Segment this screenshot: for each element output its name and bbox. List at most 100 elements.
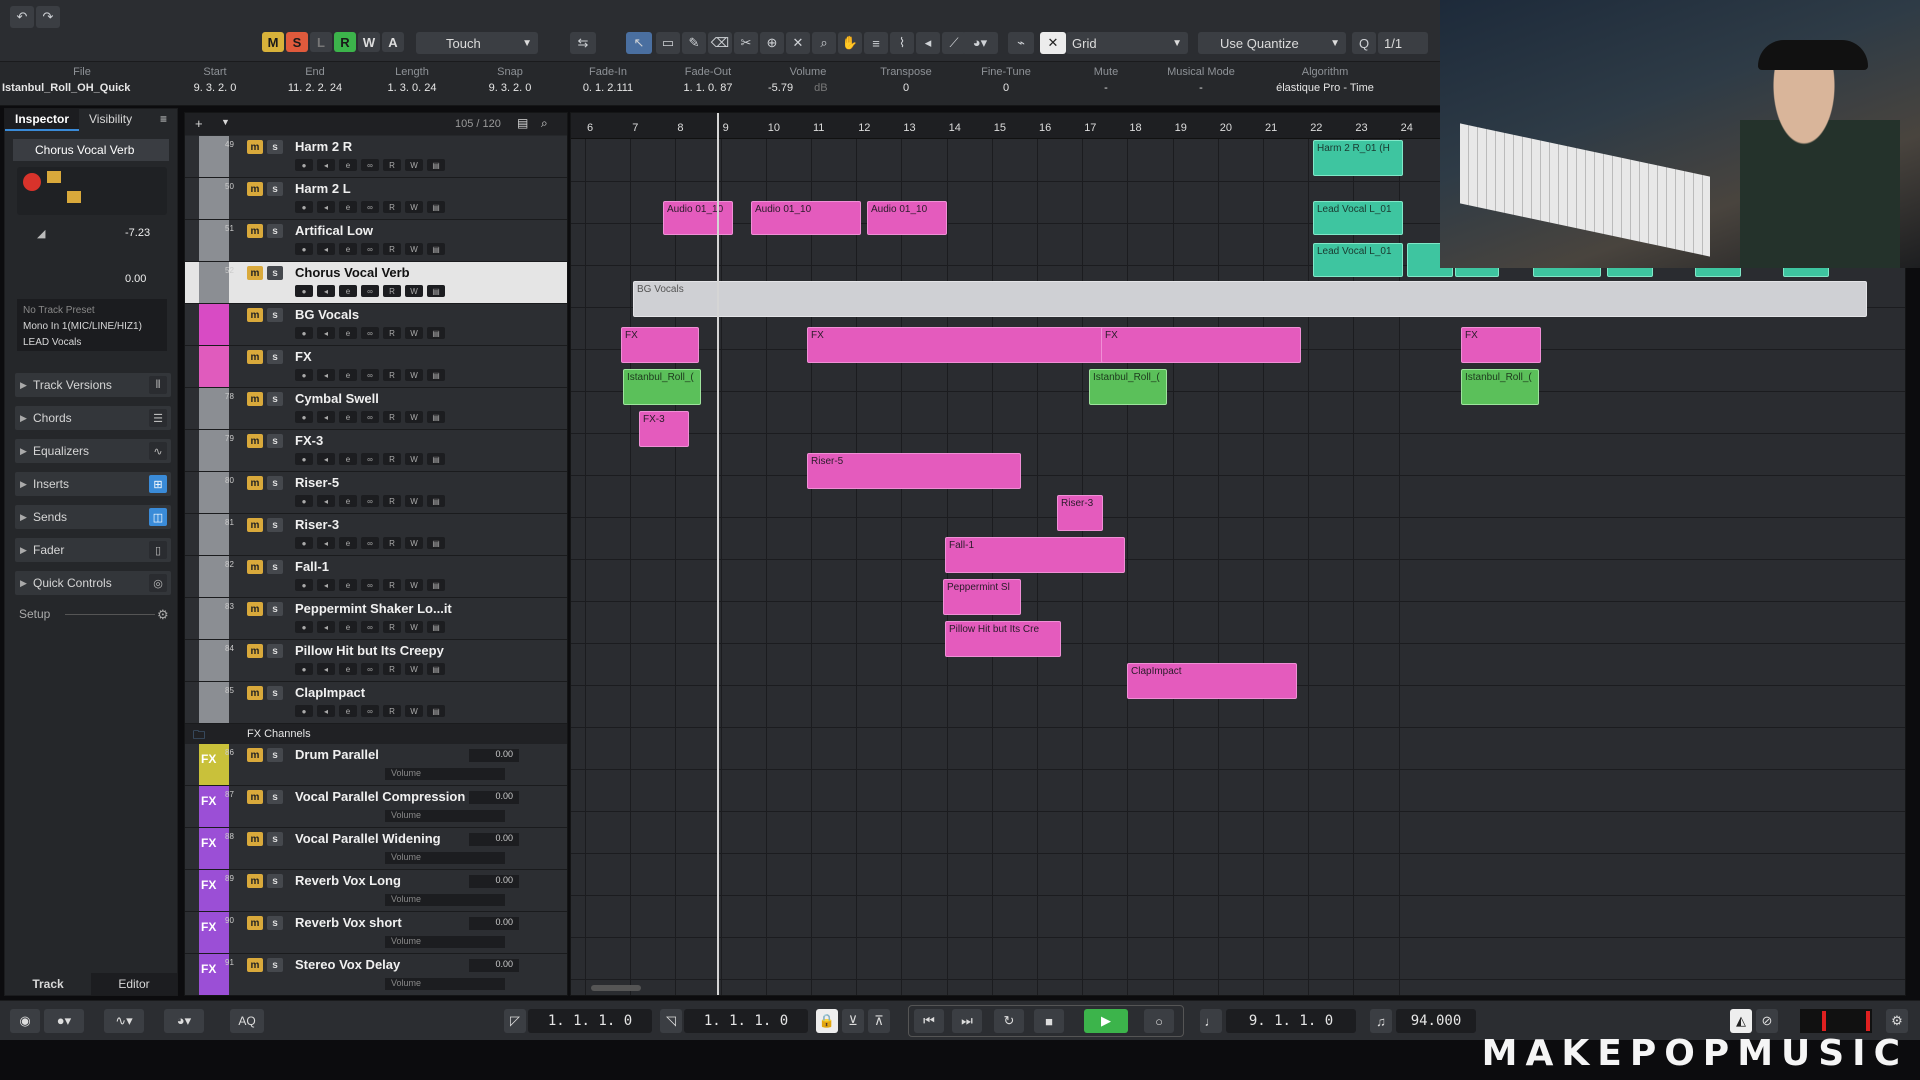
audio-event[interactable]: FX-3 xyxy=(639,411,689,447)
read-button[interactable]: R xyxy=(383,663,401,675)
track-name[interactable]: Vocal Parallel Widening xyxy=(295,831,441,846)
monitor-button[interactable]: ◂ xyxy=(317,243,335,255)
track-row[interactable]: 84 m s Pillow Hit but Its Creepy ● ◂ e ∞ R W ▤ xyxy=(185,640,567,682)
record-enable-button[interactable]: ● xyxy=(295,285,313,297)
info-volume[interactable]: Volume -5.79 dB xyxy=(768,66,848,94)
quantize-select[interactable]: Use Quantize ▼ xyxy=(1198,32,1346,54)
lanes-button[interactable]: ▤ xyxy=(427,537,445,549)
track-name[interactable]: Harm 2 R xyxy=(295,139,352,154)
go-to-end-icon[interactable]: ⏭ xyxy=(952,1009,982,1033)
monitor-button[interactable]: ◂ xyxy=(317,663,335,675)
solo-button[interactable]: s xyxy=(267,748,283,762)
undo-icon[interactable]: ↶ xyxy=(10,6,34,28)
track-preset[interactable]: No Track Preset xyxy=(23,303,161,319)
fx-channel-row[interactable]: FX 86 m s Drum Parallel 0.00 Volume xyxy=(185,744,567,786)
monitor-button[interactable]: ◂ xyxy=(317,285,335,297)
read-button[interactable]: R xyxy=(383,537,401,549)
info-mute[interactable]: Mute - xyxy=(1066,66,1146,94)
lanes-button[interactable]: ▤ xyxy=(427,621,445,633)
automation-state-button[interactable]: A xyxy=(382,32,404,52)
mute-button[interactable]: m xyxy=(247,790,263,804)
output-routing[interactable]: LEAD Vocals xyxy=(23,335,161,351)
solo-button[interactable]: s xyxy=(267,958,283,972)
info-fade-out[interactable]: Fade-Out 1. 1. 0. 87 xyxy=(668,66,748,94)
info-start[interactable]: Start 9. 3. 2. 0 xyxy=(175,66,255,94)
solo-button[interactable]: s xyxy=(267,874,283,888)
color-tool-icon[interactable]: ◕▾ xyxy=(962,32,998,54)
track-row[interactable]: 79 m s FX-3 ● ◂ e ∞ R W ▤ xyxy=(185,430,567,472)
right-locator-icon[interactable]: ◹ xyxy=(660,1009,682,1033)
section-quick-controls[interactable]: ▶ Quick Controls ◎ xyxy=(15,571,171,595)
write-button[interactable]: W xyxy=(405,159,423,171)
link-button[interactable]: ∞ xyxy=(361,621,379,633)
solo-button[interactable]: s xyxy=(267,476,283,490)
info-snap[interactable]: Snap 9. 3. 2. 0 xyxy=(470,66,550,94)
metronome-icon[interactable]: ◭ xyxy=(1730,1009,1752,1033)
track-name[interactable]: Harm 2 L xyxy=(295,181,351,196)
audio-event[interactable]: Lead Vocal L_01 xyxy=(1313,243,1403,277)
tab-inspector[interactable]: Inspector xyxy=(5,109,80,131)
audio-event[interactable]: Istanbul_Roll_( xyxy=(1461,369,1539,405)
lanes-button[interactable]: ▤ xyxy=(427,411,445,423)
time-display-icon[interactable]: ♩ xyxy=(1200,1009,1222,1033)
track-name[interactable]: Artifical Low xyxy=(295,223,373,238)
solo-state-button[interactable]: S xyxy=(286,32,308,52)
track-name[interactable]: Stereo Vox Delay xyxy=(295,957,400,972)
record-enable-button[interactable]: ● xyxy=(295,369,313,381)
left-locator-field[interactable]: 1. 1. 1. 0 xyxy=(528,1009,652,1033)
record-enable-button[interactable]: ● xyxy=(295,495,313,507)
lanes-button[interactable]: ▤ xyxy=(427,243,445,255)
link-button[interactable]: ∞ xyxy=(361,285,379,297)
mute-button[interactable]: m xyxy=(247,832,263,846)
volume-field[interactable]: 0.00 xyxy=(469,917,519,930)
track-row[interactable]: 80 m s Riser-5 ● ◂ e ∞ R W ▤ xyxy=(185,472,567,514)
glue-tool-icon[interactable]: ⊕ xyxy=(760,32,784,54)
monitor-button[interactable]: ◂ xyxy=(317,453,335,465)
record-icon[interactable]: ○ xyxy=(1144,1009,1174,1033)
edit-channel-button[interactable]: e xyxy=(339,663,357,675)
mute-button[interactable]: m xyxy=(247,392,263,406)
monitor-button[interactable]: ◂ xyxy=(317,201,335,213)
track-name[interactable]: FX xyxy=(295,349,312,364)
search-icon[interactable]: ⌕ xyxy=(541,116,548,131)
autoscroll-icon[interactable]: ⇆ xyxy=(570,32,596,54)
mute-button[interactable]: m xyxy=(247,958,263,972)
record-enable-button[interactable]: ● xyxy=(295,159,313,171)
click-settings-icon[interactable]: ⊘ xyxy=(1756,1009,1778,1033)
comp-tool-icon[interactable]: ≡ xyxy=(864,32,888,54)
monitor-button[interactable]: ◂ xyxy=(317,327,335,339)
track-row[interactable]: m s FX ● ◂ e ∞ R W ▤ xyxy=(185,346,567,388)
write-button[interactable]: W xyxy=(405,621,423,633)
monitor-button[interactable]: ◂ xyxy=(317,621,335,633)
edit-channel-button[interactable]: e xyxy=(339,159,357,171)
record-enable-button[interactable]: ● xyxy=(295,411,313,423)
mute-button[interactable]: m xyxy=(247,560,263,574)
redo-icon[interactable]: ↷ xyxy=(36,6,60,28)
track-name[interactable]: ClapImpact xyxy=(295,685,365,700)
quantize-value-select[interactable]: 1/1 xyxy=(1378,32,1428,54)
position-field[interactable]: 9. 1. 1. 0 xyxy=(1226,1009,1356,1033)
monitor-button[interactable]: ◂ xyxy=(317,495,335,507)
read-button[interactable]: R xyxy=(383,201,401,213)
track-name[interactable]: FX-3 xyxy=(295,433,323,448)
solo-button[interactable]: s xyxy=(267,832,283,846)
lanes-button[interactable]: ▤ xyxy=(427,453,445,465)
solo-button[interactable]: s xyxy=(267,350,283,364)
tab-editor[interactable]: Editor xyxy=(91,973,177,995)
add-track-icon[interactable]: + xyxy=(195,116,203,131)
track-row[interactable]: 52 m s Chorus Vocal Verb ● ◂ e ∞ R W ▤ xyxy=(185,262,567,304)
track-name[interactable]: Pillow Hit but Its Creepy xyxy=(295,643,444,658)
link-button[interactable]: ∞ xyxy=(361,201,379,213)
fx-channel-row[interactable]: FX 88 m s Vocal Parallel Widening 0.00 Volume xyxy=(185,828,567,870)
track-list-menu-icon[interactable]: ▤ xyxy=(517,116,528,130)
solo-button[interactable]: s xyxy=(267,140,283,154)
tab-visibility[interactable]: Visibility xyxy=(79,109,142,131)
aq-button[interactable]: AQ xyxy=(230,1009,264,1033)
audio-event[interactable]: FX xyxy=(621,327,699,363)
audio-event[interactable]: Audio 01_10 xyxy=(751,201,861,235)
volume-field[interactable]: 0.00 xyxy=(469,833,519,846)
mute-button[interactable]: m xyxy=(247,874,263,888)
audio-event[interactable]: FX xyxy=(807,327,1107,363)
audio-event[interactable]: Istanbul_Roll_( xyxy=(1089,369,1167,405)
volume-field[interactable]: 0.00 xyxy=(469,749,519,762)
